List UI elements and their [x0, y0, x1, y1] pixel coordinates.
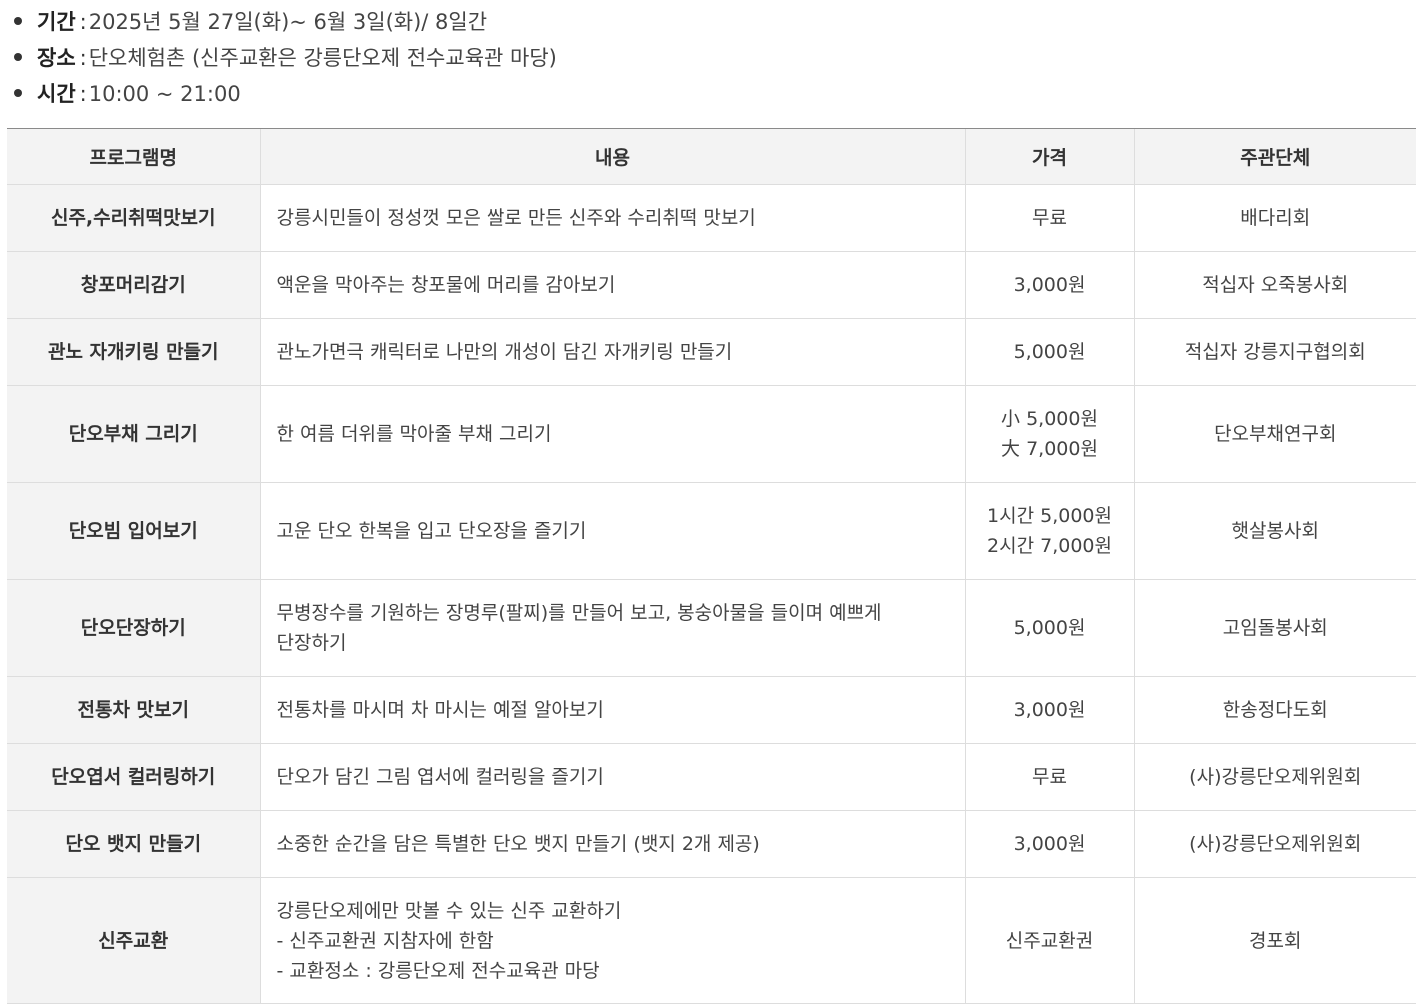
price-line: 2시간 7,000원: [987, 535, 1112, 557]
program-price-cell: 무료: [964, 743, 1134, 811]
table-row: 단오부채 그리기 한 여름 더위를 막아줄 부채 그리기 小 5,000원 大 7…: [7, 385, 1416, 483]
program-name-cell: 전통차 맛보기: [7, 676, 260, 744]
program-name-cell: 신주,수리취떡맛보기: [7, 184, 260, 252]
program-org-cell: 단오부채연구회: [1133, 385, 1416, 483]
table-row: 단오단장하기 무병장수를 기원하는 장명루(팔찌)를 만들어 보고, 봉숭아물을…: [7, 579, 1416, 677]
info-separator: :: [79, 46, 87, 70]
program-name-cell: 창포머리감기: [7, 251, 260, 319]
info-item-time: 시간:10:00 ~ 21:00: [14, 80, 241, 108]
desc-line: 무병장수를 기원하는 장명루(팔찌)를 만들어 보고, 봉숭아물을 들이며 예쁘…: [276, 602, 882, 624]
program-price-cell: 무료: [964, 184, 1134, 252]
price-line: 3,000원: [1013, 699, 1086, 721]
program-price-cell: 신주교환권: [964, 877, 1134, 1004]
table-row: 관노 자개키링 만들기 관노가면극 캐릭터로 나만의 개성이 담긴 자개키링 만…: [7, 318, 1416, 386]
program-desc-cell: 강릉단오제에만 맛볼 수 있는 신주 교환하기 - 신주교환권 지참자에 한함 - …: [259, 877, 965, 1004]
info-item-place: 장소:단오체험촌 (신주교환은 강릉단오제 전수교육관 마당): [14, 44, 557, 72]
header-organizer: 주관단체: [1133, 128, 1416, 185]
program-desc-cell: 강릉시민들이 정성껏 모은 쌀로 만든 신주와 수리취떡 맛보기: [259, 184, 965, 252]
program-org-cell: 고임돌봉사회: [1133, 579, 1416, 677]
program-org-cell: 햇살봉사회: [1133, 482, 1416, 580]
price-line: 大 7,000원: [1001, 438, 1098, 460]
program-desc-cell: 무병장수를 기원하는 장명루(팔찌)를 만들어 보고, 봉숭아물을 들이며 예쁘…: [259, 579, 965, 677]
program-table: 프로그램명 내용 가격 주관단체 신주,수리취떡맛보기 강릉시민들이 정성껏 모…: [7, 128, 1416, 1004]
desc-line: - 교환정소 : 강릉단오제 전수교육관 마당: [276, 959, 600, 982]
table-row: 단오엽서 컬러링하기 단오가 담긴 그림 엽서에 컬러링을 즐기기 무료 (사)…: [7, 743, 1416, 811]
desc-line: 단오가 담긴 그림 엽서에 컬러링을 즐기기: [276, 766, 604, 788]
program-price-cell: 小 5,000원 大 7,000원: [964, 385, 1134, 483]
desc-line: 고운 단오 한복을 입고 단오장을 즐기기: [276, 520, 587, 542]
table-row: 단오빔 입어보기 고운 단오 한복을 입고 단오장을 즐기기 1시간 5,000…: [7, 482, 1416, 580]
header-price: 가격: [964, 128, 1134, 185]
desc-line: 한 여름 더위를 막아줄 부채 그리기: [276, 423, 552, 445]
info-label: 기간: [37, 10, 76, 34]
program-org-cell: 한송정다도회: [1133, 676, 1416, 744]
bullet-icon: [14, 17, 22, 25]
info-value: 2025년 5월 27일(화)~ 6월 3일(화)/ 8일간: [88, 10, 488, 34]
desc-line: 강릉시민들이 정성껏 모은 쌀로 만든 신주와 수리취떡 맛보기: [276, 207, 756, 229]
desc-line: 단장하기: [276, 632, 347, 654]
price-line: 3,000원: [1013, 274, 1086, 296]
table-row: 신주,수리취떡맛보기 강릉시민들이 정성껏 모은 쌀로 만든 신주와 수리취떡 …: [7, 184, 1416, 252]
program-org-cell: 경포회: [1133, 877, 1416, 1004]
desc-line: 소중한 순간을 담은 특별한 단오 뱃지 만들기 (뱃지 2개 제공): [276, 833, 760, 855]
program-desc-cell: 액운을 막아주는 창포물에 머리를 감아보기: [259, 251, 965, 319]
table-row: 전통차 맛보기 전통차를 마시며 차 마시는 예절 알아보기 3,000원 한송…: [7, 676, 1416, 744]
price-line: 1시간 5,000원: [987, 505, 1112, 527]
price-line: 小 5,000원: [1001, 408, 1098, 430]
price-line: 신주교환권: [1005, 929, 1094, 952]
program-org-cell: (사)강릉단오제위원회: [1133, 810, 1416, 878]
program-org-cell: 적십자 강릉지구협의회: [1133, 318, 1416, 386]
program-price-cell: 3,000원: [964, 810, 1134, 878]
info-value: 단오체험촌 (신주교환은 강릉단오제 전수교육관 마당): [88, 46, 557, 70]
program-price-cell: 3,000원: [964, 251, 1134, 319]
program-desc-cell: 관노가면극 캐릭터로 나만의 개성이 담긴 자개키링 만들기: [259, 318, 965, 386]
program-name-cell: 단오부채 그리기: [7, 385, 260, 483]
program-name-cell: 단오 뱃지 만들기: [7, 810, 260, 878]
program-price-cell: 3,000원: [964, 676, 1134, 744]
price-line: 5,000원: [1013, 617, 1086, 639]
desc-line: 전통차를 마시며 차 마시는 예절 알아보기: [276, 699, 604, 721]
header-content: 내용: [259, 128, 965, 185]
info-item-period: 기간:2025년 5월 27일(화)~ 6월 3일(화)/ 8일간: [14, 8, 487, 36]
program-price-cell: 5,000원: [964, 579, 1134, 677]
program-desc-cell: 단오가 담긴 그림 엽서에 컬러링을 즐기기: [259, 743, 965, 811]
table-row: 창포머리감기 액운을 막아주는 창포물에 머리를 감아보기 3,000원 적십자…: [7, 251, 1416, 319]
program-org-cell: (사)강릉단오제위원회: [1133, 743, 1416, 811]
program-name-cell: 관노 자개키링 만들기: [7, 318, 260, 386]
info-value: 10:00 ~ 21:00: [88, 82, 241, 106]
info-separator: :: [79, 82, 87, 106]
table-row: 단오 뱃지 만들기 소중한 순간을 담은 특별한 단오 뱃지 만들기 (뱃지 2…: [7, 810, 1416, 878]
program-name-cell: 단오단장하기: [7, 579, 260, 677]
price-line: 3,000원: [1013, 833, 1086, 855]
desc-line: - 신주교환권 지참자에 한함: [276, 929, 494, 952]
table-header-row: 프로그램명 내용 가격 주관단체: [7, 128, 1416, 185]
info-label: 장소: [37, 46, 76, 70]
info-label: 시간: [37, 82, 76, 106]
table-row: 신주교환 강릉단오제에만 맛볼 수 있는 신주 교환하기 - 신주교환권 지참자에…: [7, 877, 1416, 1004]
info-separator: :: [79, 10, 87, 34]
program-desc-cell: 고운 단오 한복을 입고 단오장을 즐기기: [259, 482, 965, 580]
program-desc-cell: 소중한 순간을 담은 특별한 단오 뱃지 만들기 (뱃지 2개 제공): [259, 810, 965, 878]
price-line: 무료: [1032, 207, 1067, 229]
desc-line: 강릉단오제에만 맛볼 수 있는 신주 교환하기: [276, 899, 622, 922]
desc-line: 관노가면극 캐릭터로 나만의 개성이 담긴 자개키링 만들기: [276, 341, 733, 363]
bullet-icon: [14, 89, 22, 97]
program-org-cell: 배다리회: [1133, 184, 1416, 252]
program-price-cell: 5,000원: [964, 318, 1134, 386]
program-name-cell: 단오엽서 컬러링하기: [7, 743, 260, 811]
program-org-cell: 적십자 오죽봉사회: [1133, 251, 1416, 319]
program-desc-cell: 전통차를 마시며 차 마시는 예절 알아보기: [259, 676, 965, 744]
program-name-cell: 단오빔 입어보기: [7, 482, 260, 580]
program-name-cell: 신주교환: [7, 877, 260, 1004]
program-price-cell: 1시간 5,000원 2시간 7,000원: [964, 482, 1134, 580]
desc-line: 액운을 막아주는 창포물에 머리를 감아보기: [276, 274, 616, 296]
header-program-name: 프로그램명: [7, 128, 260, 185]
price-line: 무료: [1032, 766, 1067, 788]
price-line: 5,000원: [1013, 341, 1086, 363]
bullet-icon: [14, 53, 22, 61]
program-desc-cell: 한 여름 더위를 막아줄 부채 그리기: [259, 385, 965, 483]
